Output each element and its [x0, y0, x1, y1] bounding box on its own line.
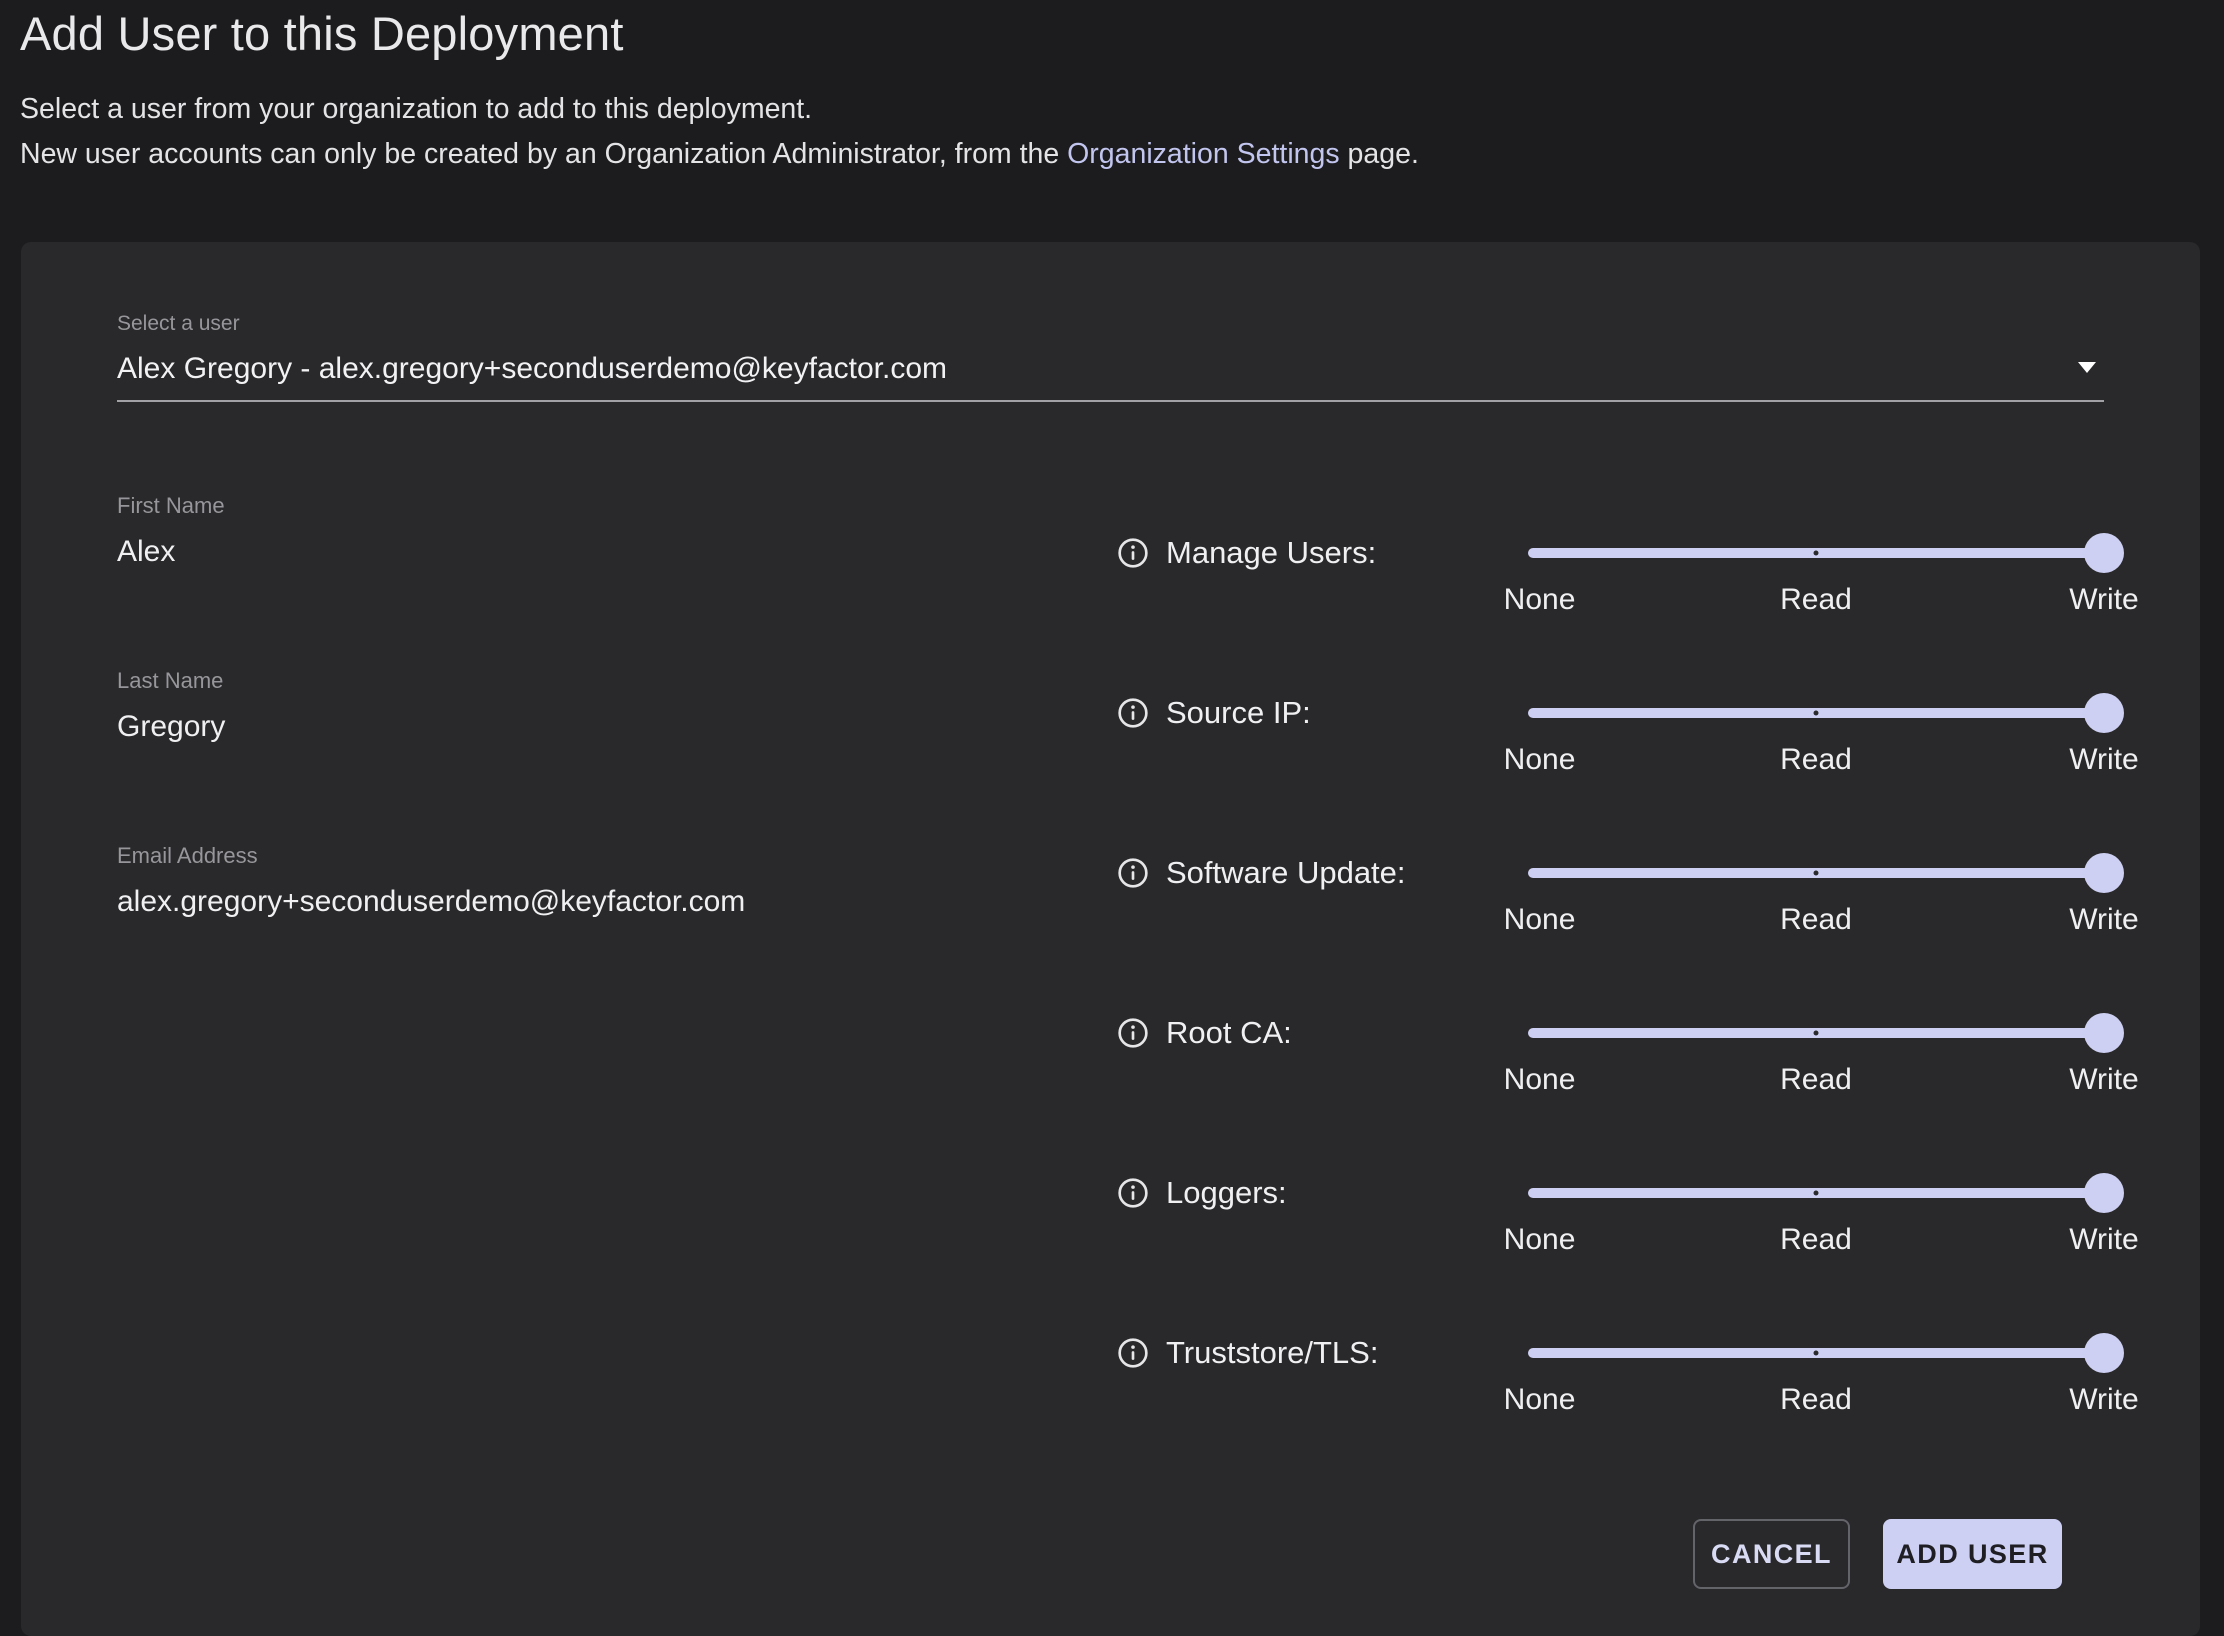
info-icon[interactable] — [1117, 1017, 1149, 1049]
scale-label-write: Write — [2069, 1383, 2138, 1417]
permission-label: Root CA: — [1166, 1015, 1292, 1051]
description-line2-suffix: page. — [1340, 138, 1419, 170]
card-columns: First Name Alex Last Name Gregory Email … — [117, 402, 2104, 1491]
dialog-actions: CANCEL ADD USER — [1693, 1519, 2062, 1589]
permission-row: Manage Users: None Read Write — [1117, 531, 2104, 621]
scale-label-write: Write — [2069, 903, 2138, 937]
field-value: Gregory — [117, 710, 1117, 744]
user-fields: First Name Alex Last Name Gregory Email … — [117, 402, 1117, 1491]
permission-row: Software Update: None Read Write — [1117, 851, 2104, 941]
user-field: Last Name Gregory — [117, 668, 1117, 744]
slider-tick-read — [1814, 1031, 1819, 1036]
permission-slider[interactable] — [1528, 1331, 2104, 1375]
slider-tick-read — [1814, 1191, 1819, 1196]
scale-label-read: Read — [1780, 903, 1852, 937]
scale-label-write: Write — [2069, 583, 2138, 617]
slider-scale: None Read Write — [1528, 1223, 2104, 1261]
info-icon[interactable] — [1117, 857, 1149, 889]
permissions-panel: Manage Users: None Read Write Source IP: — [1117, 402, 2104, 1491]
field-label: Email Address — [117, 843, 1117, 869]
field-value: alex.gregory+seconduserdemo@keyfactor.co… — [117, 885, 1117, 919]
slider-scale: None Read Write — [1528, 583, 2104, 621]
scale-label-read: Read — [1780, 583, 1852, 617]
page-header: Add User to this Deployment Select a use… — [0, 0, 2224, 177]
slider-scale: None Read Write — [1528, 1383, 2104, 1421]
permission-row: Root CA: None Read Write — [1117, 1011, 2104, 1101]
scale-label-none: None — [1504, 1223, 1576, 1257]
slider-thumb[interactable] — [2084, 1173, 2124, 1213]
slider-tick-read — [1814, 551, 1819, 556]
chevron-down-icon[interactable] — [2078, 362, 2096, 373]
scale-label-read: Read — [1780, 1383, 1852, 1417]
slider-tick-read — [1814, 1351, 1819, 1356]
permission-row: Loggers: None Read Write — [1117, 1171, 2104, 1261]
info-icon[interactable] — [1117, 537, 1149, 569]
scale-label-none: None — [1504, 583, 1576, 617]
user-field: First Name Alex — [117, 493, 1117, 569]
permission-label: Manage Users: — [1166, 535, 1376, 571]
permission-label: Truststore/TLS: — [1166, 1335, 1378, 1371]
slider-thumb[interactable] — [2084, 1333, 2124, 1373]
select-user-value: Alex Gregory - alex.gregory+seconduserde… — [117, 352, 2064, 386]
add-user-button[interactable]: ADD USER — [1883, 1519, 2062, 1589]
cancel-button[interactable]: CANCEL — [1693, 1519, 1850, 1589]
scale-label-read: Read — [1780, 1063, 1852, 1097]
slider-thumb[interactable] — [2084, 853, 2124, 893]
scale-label-none: None — [1504, 903, 1576, 937]
slider-scale: None Read Write — [1528, 1063, 2104, 1101]
permission-row: Truststore/TLS: None Read Write — [1117, 1331, 2104, 1421]
page-title: Add User to this Deployment — [20, 6, 2224, 61]
scale-label-read: Read — [1780, 1223, 1852, 1257]
organization-settings-link[interactable]: Organization Settings — [1067, 138, 1340, 170]
slider-thumb[interactable] — [2084, 693, 2124, 733]
permission-label: Software Update: — [1166, 855, 1406, 891]
permission-label: Source IP: — [1166, 695, 1311, 731]
permission-slider[interactable] — [1528, 531, 2104, 575]
scale-label-none: None — [1504, 1063, 1576, 1097]
slider-thumb[interactable] — [2084, 533, 2124, 573]
page-description: Select a user from your organization to … — [20, 87, 2224, 177]
scale-label-write: Write — [2069, 1063, 2138, 1097]
select-user-label: Select a user — [117, 312, 2104, 336]
permission-slider[interactable] — [1528, 1171, 2104, 1215]
slider-scale: None Read Write — [1528, 743, 2104, 781]
permission-slider[interactable] — [1528, 851, 2104, 895]
field-label: First Name — [117, 493, 1117, 519]
description-line2-prefix: New user accounts can only be created by… — [20, 138, 1067, 170]
field-value: Alex — [117, 535, 1117, 569]
info-icon[interactable] — [1117, 1177, 1149, 1209]
slider-tick-read — [1814, 711, 1819, 716]
field-label: Last Name — [117, 668, 1117, 694]
permission-row: Source IP: None Read Write — [1117, 691, 2104, 781]
description-line2: New user accounts can only be created by… — [20, 132, 2224, 177]
permission-label: Loggers: — [1166, 1175, 1287, 1211]
description-line1: Select a user from your organization to … — [20, 87, 2224, 132]
info-icon[interactable] — [1117, 1337, 1149, 1369]
slider-tick-read — [1814, 871, 1819, 876]
user-field: Email Address alex.gregory+seconduserdem… — [117, 843, 1117, 919]
slider-thumb[interactable] — [2084, 1013, 2124, 1053]
scale-label-write: Write — [2069, 1223, 2138, 1257]
add-user-card: Select a user Alex Gregory - alex.gregor… — [21, 242, 2200, 1636]
slider-scale: None Read Write — [1528, 903, 2104, 941]
info-icon[interactable] — [1117, 697, 1149, 729]
select-user-field[interactable]: Select a user Alex Gregory - alex.gregor… — [117, 312, 2104, 402]
scale-label-write: Write — [2069, 743, 2138, 777]
scale-label-read: Read — [1780, 743, 1852, 777]
permission-slider[interactable] — [1528, 691, 2104, 735]
scale-label-none: None — [1504, 743, 1576, 777]
scale-label-none: None — [1504, 1383, 1576, 1417]
permission-slider[interactable] — [1528, 1011, 2104, 1055]
